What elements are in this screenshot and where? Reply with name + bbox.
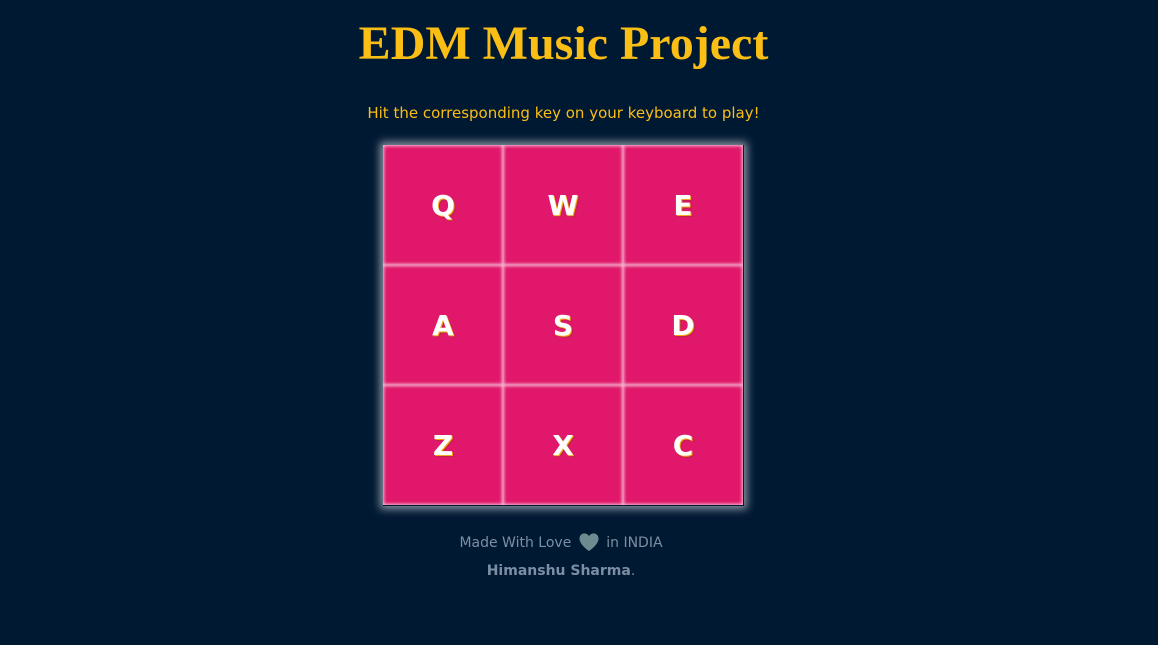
drum-pad-x[interactable]: X <box>503 385 623 505</box>
heart-icon <box>578 532 600 560</box>
page-subtitle: Hit the corresponding key on your keyboa… <box>367 104 760 122</box>
author-name: Himanshu Sharma <box>486 563 631 579</box>
drum-pad-d[interactable]: D <box>623 265 743 385</box>
page-title: EDM Music Project <box>358 17 769 70</box>
drum-pad-w[interactable]: W <box>503 145 623 265</box>
footer-line-author: Himanshu Sharma. <box>0 560 1122 583</box>
footer-made-with-text: Made With Love <box>459 535 572 551</box>
drum-pad-c[interactable]: C <box>623 385 743 505</box>
footer: Made With Love in INDIA Himanshu Sharma. <box>0 532 1122 583</box>
author-period: . <box>630 563 636 579</box>
drum-pad-q[interactable]: Q <box>383 145 503 265</box>
drum-pad-z[interactable]: Z <box>383 385 503 505</box>
footer-location-text: in INDIA <box>606 535 663 551</box>
drum-pad-e[interactable]: E <box>623 145 743 265</box>
drum-pad-s[interactable]: S <box>503 265 623 385</box>
footer-line-made-with: Made With Love in INDIA <box>0 532 1122 560</box>
drum-pad-grid: Q W E A S D Z X C <box>383 145 744 506</box>
drum-pad-a[interactable]: A <box>383 265 503 385</box>
